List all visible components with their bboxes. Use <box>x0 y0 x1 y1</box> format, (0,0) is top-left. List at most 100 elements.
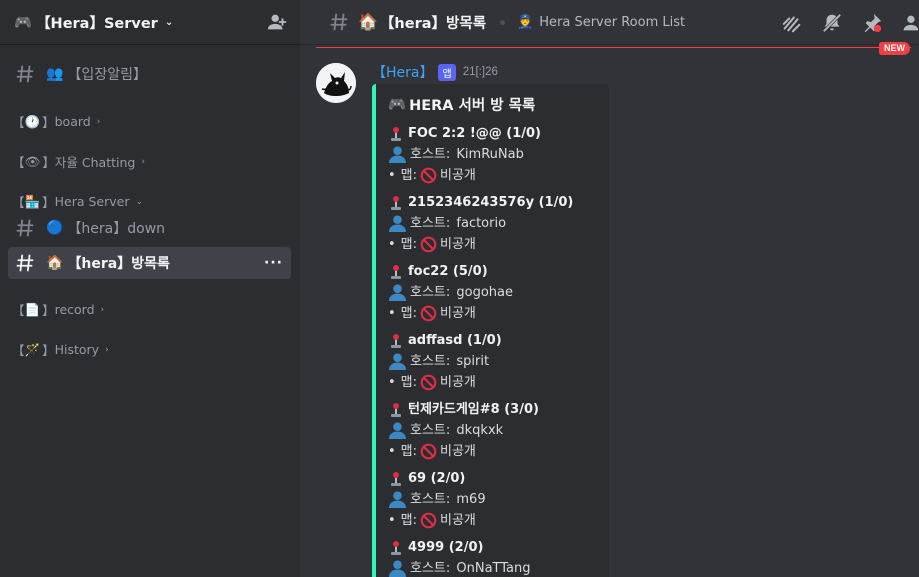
map-visibility: 비공개 <box>440 168 476 183</box>
map-visibility: 비공개 <box>440 306 476 321</box>
category-hera-server[interactable]: 【 🏪 】 Hera Server ⌄ <box>12 192 143 211</box>
avatar[interactable] <box>316 63 356 103</box>
joystick-icon <box>391 195 401 210</box>
eye-icon: 👁 <box>24 153 41 169</box>
host-label: 호스트: <box>410 147 451 162</box>
joystick-icon <box>391 333 401 348</box>
chevron-down-icon: ⌄ <box>164 16 174 28</box>
document-icon: 📄 <box>24 301 41 317</box>
host-name: dkqkxk <box>452 423 504 438</box>
more-options-icon[interactable]: ··· <box>264 255 283 271</box>
pinned-messages-icon[interactable] <box>861 12 883 34</box>
blue-circle-icon: 🔵 <box>46 220 64 236</box>
map-label: 맵: <box>400 306 418 321</box>
no-entry-icon <box>420 167 437 184</box>
map-visibility: 비공개 <box>440 237 476 252</box>
bullet: • <box>388 306 396 321</box>
clock-icon: 🕐 <box>24 113 41 129</box>
person-icon <box>388 284 407 302</box>
text-channel-icon <box>16 219 34 237</box>
embed-title: 🎮 HERA 서버 방 목록 <box>388 97 536 114</box>
threads-icon[interactable] <box>781 12 803 34</box>
server-name[interactable]: 🎮 【Hera】Server ⌄ <box>14 12 266 33</box>
map-label: 맵: <box>400 444 418 459</box>
map-visibility: 비공개 <box>440 513 476 528</box>
joystick-icon <box>391 264 401 279</box>
host-name: spirit <box>452 354 490 369</box>
text-channel-icon <box>16 254 34 272</box>
person-icon <box>388 560 407 577</box>
bullet: • <box>388 375 396 390</box>
add-member-icon[interactable] <box>266 11 288 33</box>
bullet: • <box>388 168 396 183</box>
notification-muted-icon[interactable] <box>821 12 843 34</box>
map-label: 맵: <box>400 513 418 528</box>
no-entry-icon <box>420 374 437 391</box>
people-icon: 👥 <box>46 66 64 82</box>
host-label: 호스트: <box>410 423 451 438</box>
separator-dot <box>500 19 506 25</box>
person-icon <box>388 146 407 164</box>
person-icon <box>388 422 407 440</box>
channel-header: 🏠 【hera】방목록 👮 Hera Server Room List <box>300 0 919 45</box>
channel-item-rooms[interactable]: 🏠 【hera】방목록 ··· <box>8 247 291 279</box>
game-controller-icon: 🎮 <box>14 14 33 31</box>
joystick-icon <box>391 471 401 486</box>
map-visibility: 비공개 <box>440 444 476 459</box>
category-label: record <box>54 302 95 317</box>
category-history[interactable]: 【 🪄 】 History › <box>12 340 109 359</box>
host-name: factorio <box>452 216 507 231</box>
room-name: foc22 (5/0) <box>408 264 488 279</box>
server-header[interactable]: 🎮 【Hera】Server ⌄ <box>0 0 300 45</box>
map-label: 맵: <box>400 237 418 252</box>
host-name: gogohae <box>452 285 514 300</box>
category-record[interactable]: 【 📄 】 record › <box>12 300 104 319</box>
house-icon: 🏠 <box>46 255 64 271</box>
author-name[interactable]: 【Hera】 <box>372 62 433 82</box>
host-label: 호스트: <box>410 285 451 300</box>
no-entry-icon <box>420 512 437 529</box>
chevron-right-icon: › <box>100 304 105 315</box>
room-name: 215234624357​6y (1/0) <box>408 195 574 210</box>
host-name: KimRuNab <box>452 147 524 162</box>
person-icon <box>388 491 407 509</box>
game-controller-icon: 🎮 <box>388 97 407 113</box>
room-entry: adffasd (1/0) 호스트: spirit • 맵: 비공개 <box>388 330 597 393</box>
app-badge: 앱 <box>438 63 456 81</box>
channel-topic[interactable]: Hera Server Room List <box>539 15 685 30</box>
channel-label: 【입장알림】 <box>67 67 147 83</box>
channel-item-notice[interactable]: 👥 【입장알림】 <box>8 58 291 90</box>
room-name: 4999 (2/0) <box>408 540 484 555</box>
bullet: • <box>388 513 396 528</box>
new-badge: NEW <box>879 42 910 55</box>
bullet: • <box>388 237 396 252</box>
room-list-embed: 🎮 HERA 서버 방 목록 FOC 2:2 !@@ (1/0) 호스트: Ki… <box>372 84 609 577</box>
timestamp[interactable]: 21[:]26 <box>463 66 498 78</box>
store-icon: 🏪 <box>24 193 41 209</box>
text-channel-icon <box>330 13 348 31</box>
channel-label: 【hera】방목록 <box>67 256 170 272</box>
room-name: 턴제카드게임#8 (3/0) <box>408 402 539 417</box>
message-header: 【Hera】 앱 21[:]26 <box>372 62 498 82</box>
category-label: board <box>54 114 91 129</box>
chevron-down-icon: ⌄ <box>135 196 144 207</box>
wand-icon: 🪄 <box>24 341 41 357</box>
channel-item-down[interactable]: 🔵 【hera】down <box>8 212 291 244</box>
host-name: m69 <box>452 492 486 507</box>
room-name: adffasd (1/0) <box>408 333 502 348</box>
room-entry: 69 (2/0) 호스트: m69 • 맵: 비공개 <box>388 468 597 531</box>
room-entry: 215234624357​6y (1/0) 호스트: factorio • 맵:… <box>388 192 597 255</box>
category-label: 자율 Chatting <box>54 155 136 170</box>
person-icon <box>388 353 407 371</box>
category-label: Hera Server <box>54 194 130 209</box>
category-board[interactable]: 【 🕐 】 board › <box>12 112 100 131</box>
host-label: 호스트: <box>410 216 451 231</box>
no-entry-icon <box>420 305 437 322</box>
member-list-icon[interactable] <box>901 12 919 34</box>
host-name: OnNaTTang <box>452 561 531 576</box>
channel-title: 【hera】방목록 <box>379 15 487 32</box>
room-entry: FOC 2:2 !@@ (1/0) 호스트: KimRuNab • 맵: 비공개 <box>388 123 597 186</box>
map-label: 맵: <box>400 168 418 183</box>
bullet: • <box>388 444 396 459</box>
category-chatting[interactable]: 【 👁 】 자율 Chatting › <box>12 152 145 171</box>
